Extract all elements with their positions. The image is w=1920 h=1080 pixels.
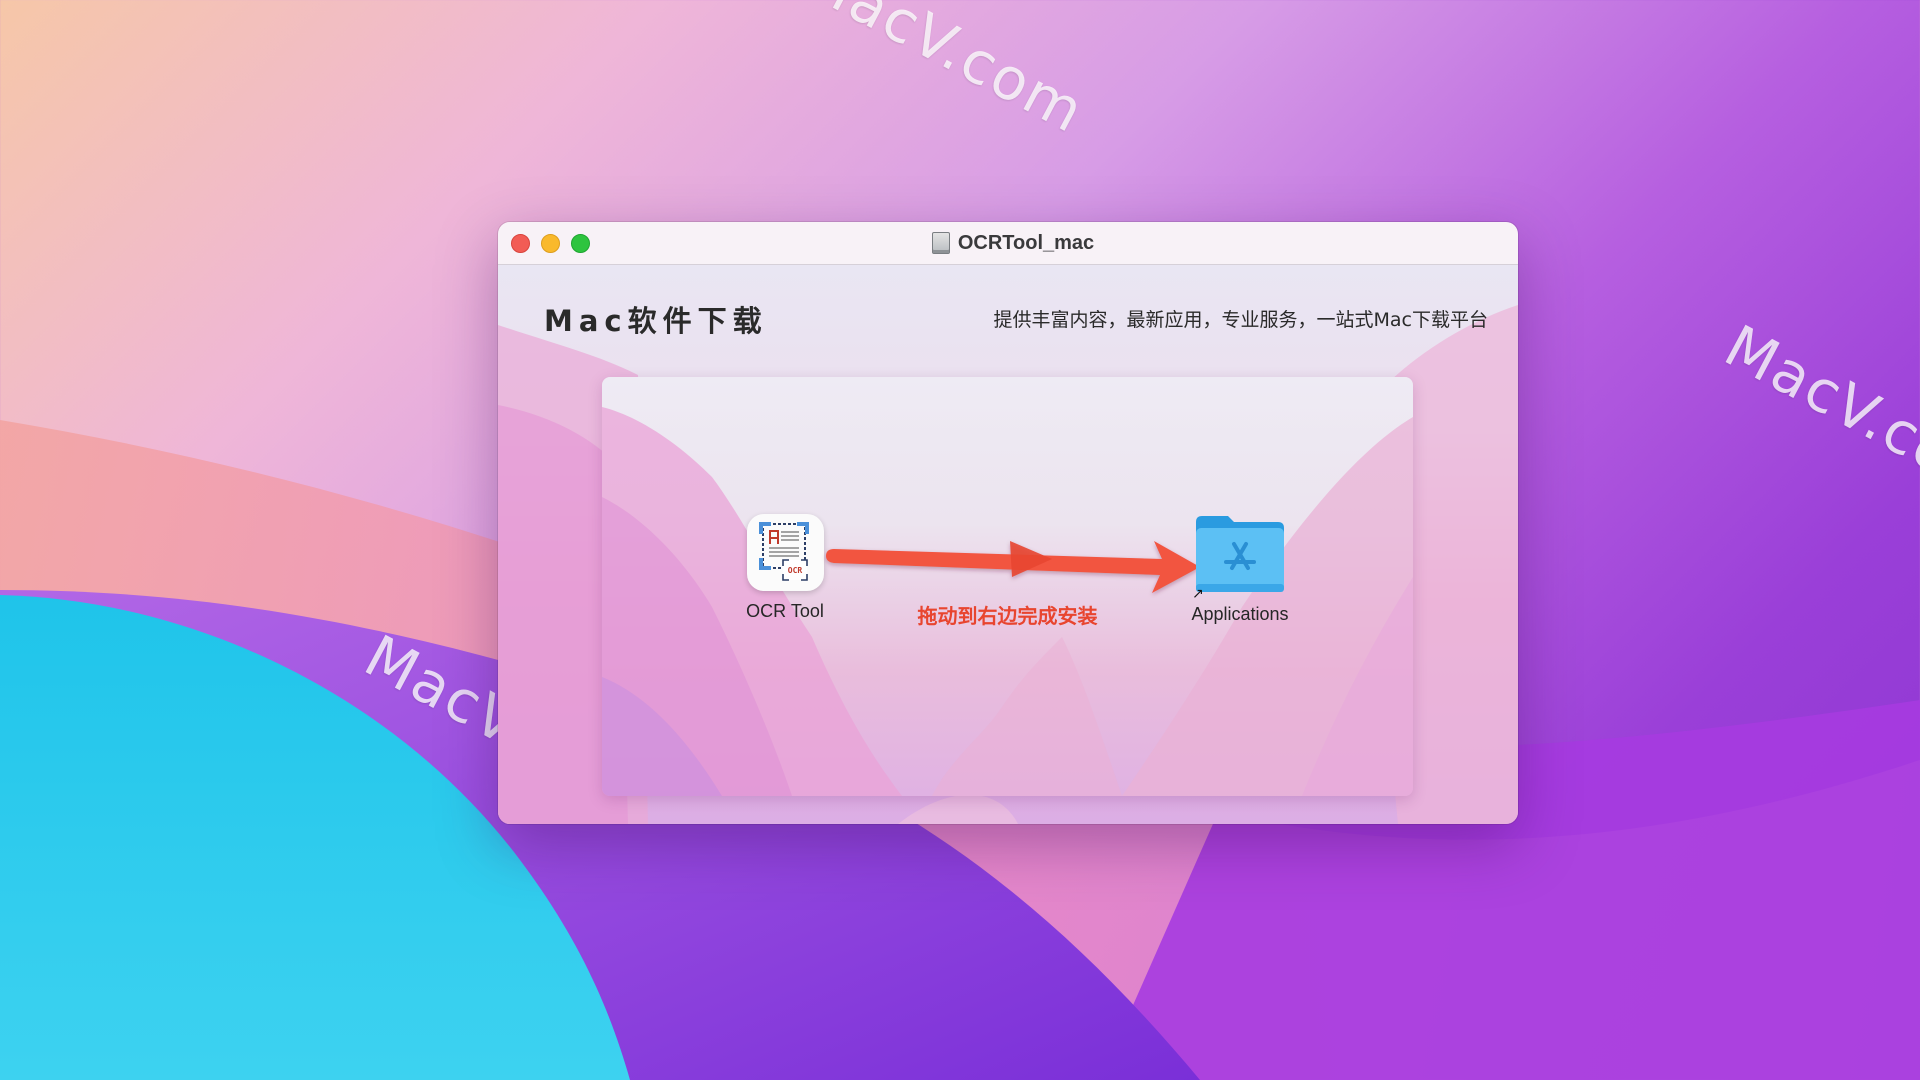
brand-tagline: 提供丰富内容，最新应用，专业服务，一站式Mac下载平台 <box>993 309 1488 331</box>
alias-arrow-icon: ↗ <box>1192 585 1204 601</box>
window-title-text: OCRTool_mac <box>957 231 1095 254</box>
applications-folder-icon[interactable]: ↗ <box>1192 514 1286 601</box>
ocr-tool-app-icon[interactable]: OCR <box>746 514 824 591</box>
install-panel: OCR OCR Tool 拖动到右边完成安装 ↗ Applications <box>602 377 1413 796</box>
applications-folder[interactable]: ↗ Applications <box>1160 514 1320 625</box>
title-bar[interactable]: OCRTool_mac <box>498 222 1518 265</box>
installer-window: OCRTool_mac Mac软件下载 提供丰富内容，最新应用，专业服务，一站式… <box>498 222 1518 824</box>
brand-heading: Mac软件下载 <box>544 304 768 338</box>
applications-label: Applications <box>1191 604 1289 624</box>
window-content: Mac软件下载 提供丰富内容，最新应用，专业服务，一站式Mac下载平台 OCR … <box>498 265 1518 824</box>
disk-image-icon <box>931 232 950 254</box>
svg-text:OCR: OCR <box>787 566 802 575</box>
window-title: OCRTool_mac <box>498 222 1518 264</box>
drag-arrow-icon <box>826 541 1200 593</box>
